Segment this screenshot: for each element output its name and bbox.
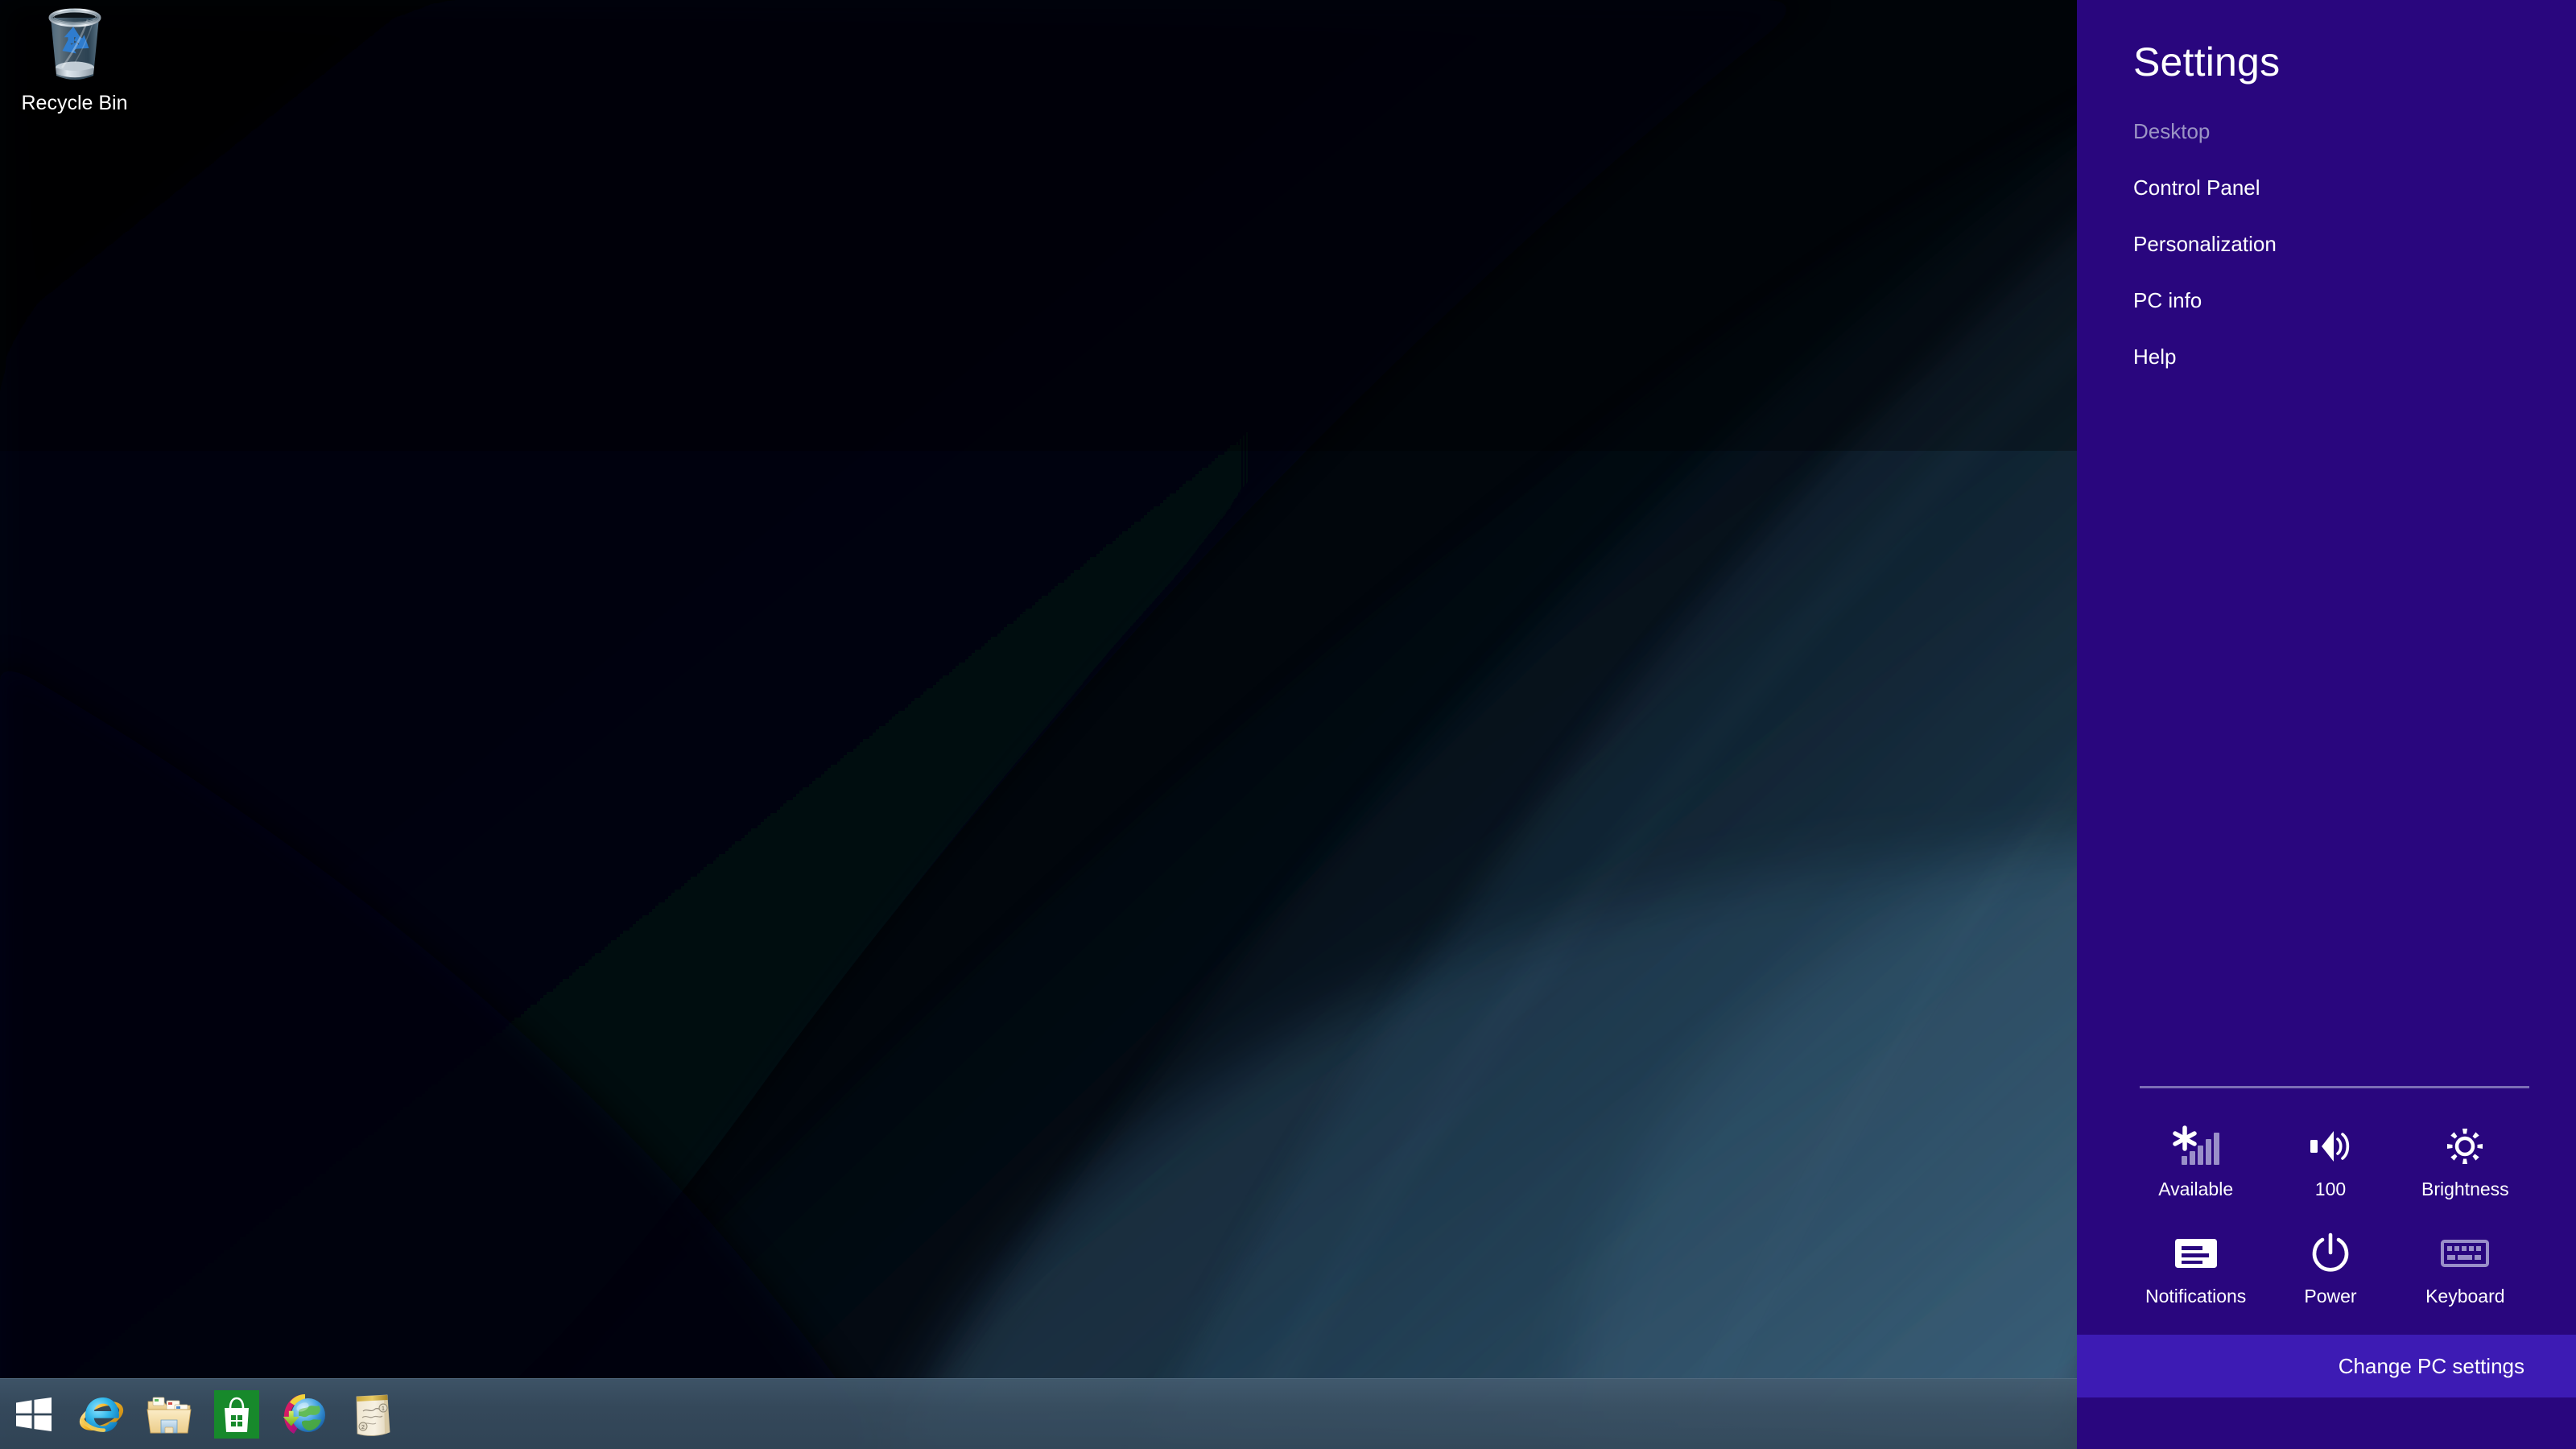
quick-action-label: Available <box>2158 1179 2234 1199</box>
settings-context-label: Desktop <box>2133 119 2211 143</box>
settings-panel-title: Settings <box>2133 39 2281 85</box>
volume-speaker-icon <box>2307 1124 2354 1169</box>
quick-action-label: Power <box>2304 1286 2357 1307</box>
settings-panel-spacer <box>2077 402 2576 1086</box>
settings-link-help[interactable]: Help <box>2133 346 2176 367</box>
power-icon <box>2310 1231 2351 1276</box>
quick-action-label: Brightness <box>2421 1179 2509 1199</box>
quick-action-notifications[interactable]: Notifications <box>2128 1226 2263 1311</box>
brightness-sun-icon <box>2442 1124 2487 1169</box>
taskbar-store-button[interactable] <box>203 1379 270 1449</box>
folder-icon <box>146 1393 192 1435</box>
svg-text:2: 2 <box>361 1425 365 1430</box>
notifications-icon <box>2173 1231 2219 1276</box>
settings-link-personalization[interactable]: Personalization <box>2133 233 2277 254</box>
taskbar-download-manager-button[interactable] <box>270 1379 338 1449</box>
settings-charm-panel: Settings Desktop Control Panel Personali… <box>2077 0 2576 1449</box>
change-pc-settings-label: Change PC settings <box>2338 1353 2524 1378</box>
windows-store-bag-icon <box>214 1389 259 1439</box>
taskbar[interactable]: 1 2 <box>0 1378 2077 1449</box>
svg-text:1: 1 <box>382 1406 385 1412</box>
quick-action-label: 100 <box>2314 1179 2347 1199</box>
notepad-icon: 1 2 <box>350 1390 394 1439</box>
settings-quick-actions-grid: Available 100 Brightness Notifications P… <box>2077 1088 2576 1311</box>
settings-link-control-panel[interactable]: Control Panel <box>2133 177 2260 198</box>
quick-action-volume[interactable]: 100 <box>2263 1119 2397 1203</box>
settings-panel-divider <box>2140 1086 2529 1088</box>
quick-action-label: Notifications <box>2145 1286 2247 1307</box>
quick-action-label: Keyboard <box>2425 1286 2505 1307</box>
windows-logo-icon <box>16 1397 52 1431</box>
change-pc-settings-button[interactable]: Change PC settings <box>2077 1335 2576 1397</box>
quick-action-brightness[interactable]: Brightness <box>2398 1119 2533 1203</box>
desktop-icon-label: Recycle Bin <box>21 92 128 114</box>
taskbar-sticky-notes-button[interactable]: 1 2 <box>338 1379 406 1449</box>
desktop-screen: Recycle Bin 1 2 Settings Desktop Control… <box>0 0 2576 1449</box>
quick-action-network[interactable]: Available <box>2128 1119 2263 1203</box>
quick-action-power[interactable]: Power <box>2263 1226 2397 1311</box>
taskbar-file-explorer-button[interactable] <box>135 1379 203 1449</box>
globe-download-icon <box>281 1391 328 1438</box>
network-signal-icon <box>2171 1124 2221 1169</box>
taskbar-buttons: 1 2 <box>0 1379 406 1449</box>
settings-links-list: Desktop Control Panel Personalization PC… <box>2077 82 2576 402</box>
taskbar-internet-explorer-button[interactable] <box>68 1379 135 1449</box>
settings-link-pc-info[interactable]: PC info <box>2133 290 2202 311</box>
keyboard-icon <box>2441 1231 2490 1276</box>
taskbar-start-button[interactable] <box>0 1379 68 1449</box>
recycle-bin-icon <box>38 5 112 89</box>
internet-explorer-icon <box>78 1391 125 1438</box>
quick-action-keyboard[interactable]: Keyboard <box>2398 1226 2533 1311</box>
desktop-icon-recycle-bin[interactable]: Recycle Bin <box>8 5 141 115</box>
